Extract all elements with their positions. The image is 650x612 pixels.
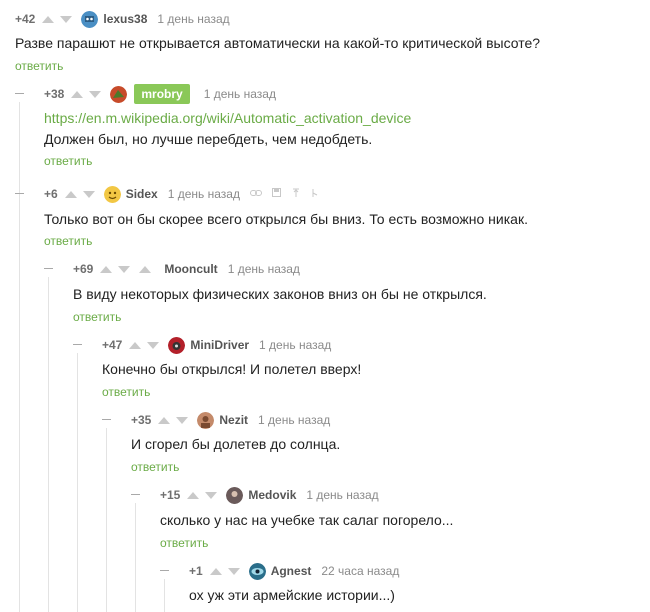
arrow-up-icon[interactable] — [71, 90, 84, 98]
reply-link[interactable]: ответить — [73, 310, 121, 324]
author-name[interactable]: mrobry — [134, 84, 190, 104]
thread-line[interactable] — [19, 102, 20, 612]
rating: +35 — [131, 413, 152, 427]
external-link[interactable]: https://en.m.wikipedia.org/wiki/Automati… — [44, 110, 411, 126]
author-name[interactable]: Mooncult — [164, 262, 217, 276]
arrow-down-icon[interactable] — [118, 265, 131, 273]
comment-text: И сгорел бы долетев до солнца. — [131, 436, 341, 452]
comment-header: +47 MiniDriver 1 день назад — [102, 335, 331, 355]
author-name[interactable]: Sidex — [126, 187, 158, 201]
collapse-toggle[interactable] — [131, 494, 140, 495]
rating: +42 — [15, 12, 36, 26]
rating: +69 — [73, 262, 94, 276]
author-name[interactable]: Agnest — [271, 564, 312, 578]
comment-text: Разве парашют не открывается автоматичес… — [15, 35, 541, 51]
author-name[interactable]: Medovik — [248, 488, 296, 502]
comment-header: +42 lexus38 1 день назад — [15, 9, 230, 29]
rating: +47 — [102, 338, 123, 352]
arrow-down-icon[interactable] — [147, 341, 160, 349]
author-name[interactable]: lexus38 — [103, 12, 147, 26]
collapse-toggle[interactable] — [44, 268, 53, 269]
save-icon[interactable] — [271, 188, 281, 200]
timestamp[interactable]: 1 день назад — [306, 488, 378, 502]
collapse-toggle[interactable] — [73, 344, 82, 345]
avatar[interactable] — [103, 185, 121, 203]
comment-header: +69 Mooncult 1 день назад — [73, 259, 300, 279]
author-name[interactable]: MiniDriver — [190, 338, 249, 352]
rating: +6 — [44, 187, 58, 201]
comment-text: Конечно бы открылся! И полетел вверх! — [102, 361, 362, 377]
arrow-up-icon[interactable] — [42, 15, 55, 23]
reply-link[interactable]: ответить — [102, 385, 150, 399]
author-name[interactable]: Nezit — [219, 413, 248, 427]
comment-header: +35 Nezit 1 день назад — [131, 410, 330, 430]
reply-link[interactable]: ответить — [160, 536, 208, 550]
collapse-toggle[interactable] — [15, 193, 24, 194]
share-icon[interactable] — [291, 188, 301, 201]
avatar[interactable] — [110, 85, 128, 103]
avatar[interactable] — [248, 562, 266, 580]
arrow-down-icon[interactable] — [60, 15, 73, 23]
collapse-toggle[interactable] — [102, 419, 111, 420]
avatar[interactable] — [81, 10, 99, 28]
avatar[interactable] — [197, 411, 215, 429]
thread-line[interactable] — [48, 277, 49, 612]
arrow-up-icon[interactable] — [209, 567, 222, 575]
arrow-down-icon[interactable] — [82, 190, 95, 198]
comment-text: Должен был, но лучше перебдеть, чем недо… — [44, 131, 373, 147]
arrow-up-icon[interactable] — [139, 265, 152, 273]
arrow-up-icon[interactable] — [100, 265, 113, 273]
avatar[interactable] — [226, 486, 244, 504]
timestamp[interactable]: 1 день назад — [258, 413, 330, 427]
arrow-up-icon[interactable] — [64, 190, 77, 198]
rating: +38 — [44, 87, 65, 101]
thread-line[interactable] — [106, 428, 107, 612]
reply-link[interactable]: ответить — [44, 234, 92, 248]
comment-text: ох уж эти армейские истории...) — [189, 587, 395, 603]
reply-link[interactable]: ответить — [15, 59, 63, 73]
timestamp[interactable]: 1 день назад — [259, 338, 331, 352]
timestamp[interactable]: 1 день назад — [204, 87, 276, 101]
rating: +1 — [189, 564, 203, 578]
comment-text: В виду некоторых физических законов вниз… — [73, 286, 487, 302]
arrow-up-icon[interactable] — [158, 416, 171, 424]
timestamp[interactable]: 22 часа назад — [321, 564, 399, 578]
arrow-down-icon[interactable] — [227, 567, 240, 575]
reply-link[interactable]: ответить — [131, 460, 179, 474]
comment-text: сколько у нас на учебке так салаг погоре… — [160, 512, 454, 528]
comment-tools — [249, 188, 319, 201]
comment-header: +38 mrobry 1 день назад — [44, 84, 276, 104]
timestamp[interactable]: 1 день назад — [228, 262, 300, 276]
more-icon[interactable] — [311, 188, 319, 201]
thread-line[interactable] — [164, 579, 165, 612]
arrow-down-icon[interactable] — [89, 90, 102, 98]
timestamp[interactable]: 1 день назад — [168, 187, 240, 201]
avatar[interactable] — [168, 336, 186, 354]
comment-header: +6 Sidex 1 день назад — [44, 184, 319, 204]
timestamp[interactable]: 1 день назад — [157, 12, 229, 26]
link-icon[interactable] — [249, 189, 262, 200]
comment-text: Только вот он бы скорее всего открылся б… — [44, 211, 528, 227]
collapse-toggle[interactable] — [15, 93, 24, 94]
rating: +15 — [160, 488, 181, 502]
reply-link[interactable]: ответить — [44, 154, 92, 168]
collapse-toggle[interactable] — [160, 570, 169, 571]
comment-header: +15 Medovik 1 день назад — [160, 485, 379, 505]
arrow-up-icon[interactable] — [129, 341, 142, 349]
thread-line[interactable] — [135, 503, 136, 612]
arrow-up-icon[interactable] — [187, 491, 200, 499]
arrow-down-icon[interactable] — [205, 491, 218, 499]
thread-line[interactable] — [77, 353, 78, 612]
arrow-down-icon[interactable] — [176, 416, 189, 424]
comment-header: +1 Agnest 22 часа назад — [189, 561, 399, 581]
